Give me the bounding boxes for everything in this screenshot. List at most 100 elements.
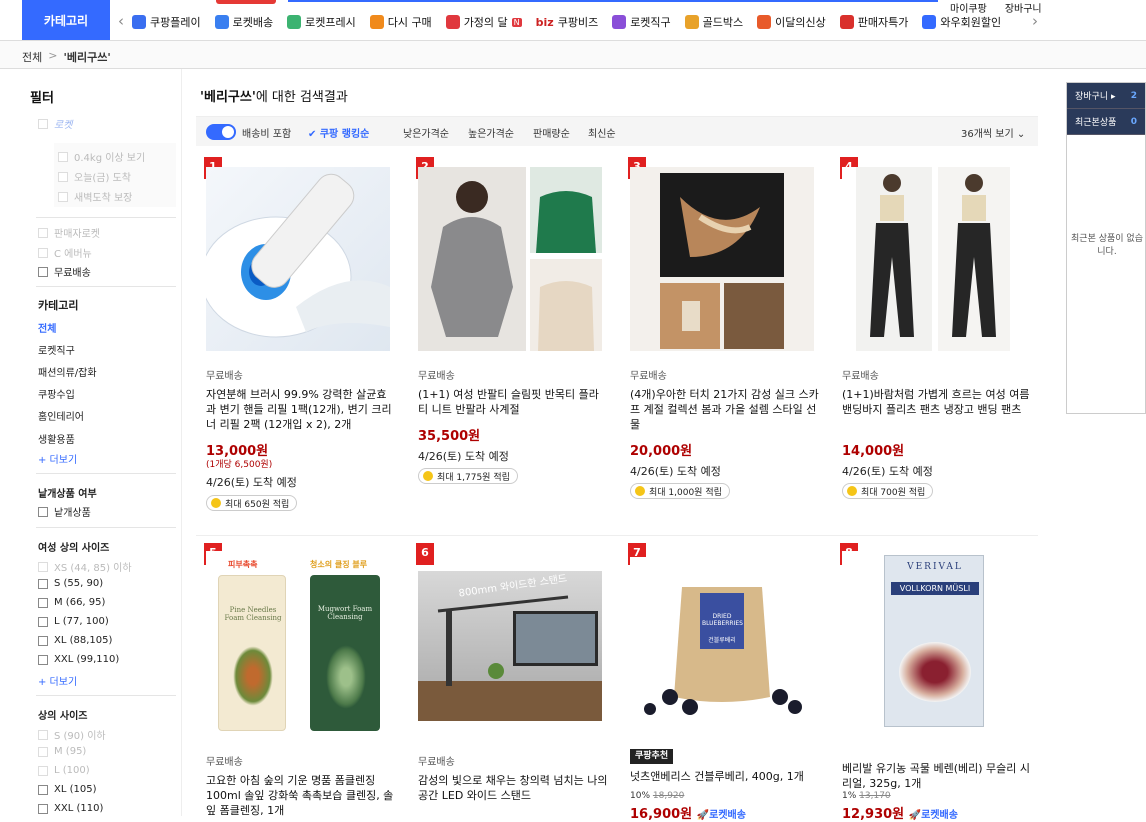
nav-icon [214, 15, 229, 29]
shipping-toggle-label: 배송비 포함 [242, 129, 292, 140]
nav-item[interactable]: 다시 구매 [369, 14, 432, 30]
my-coupang-link[interactable]: 마이쿠팡 [950, 0, 987, 15]
nav-icon [369, 15, 384, 29]
nav-item[interactable]: 가정의 달N [445, 14, 522, 30]
size-m[interactable]: M (66, 95) [38, 597, 105, 608]
top-size-l[interactable]: L (100) [38, 765, 90, 776]
nav-item[interactable]: 골드박스 [684, 14, 743, 30]
filter-option-weight[interactable]: 0.4kg 이상 보기 [58, 149, 145, 164]
nav-item[interactable]: 판매자특가 [839, 14, 908, 30]
recommend-badge: 쿠팡추천 [630, 749, 674, 764]
shipping-label: 무료배송 [418, 757, 455, 768]
size-xs[interactable]: XS (44, 85) 이하 [38, 559, 132, 574]
nav-item[interactable]: 로켓프레시 [287, 14, 356, 30]
row-divider [196, 535, 1038, 536]
breadcrumb-root[interactable]: 전체 [22, 49, 42, 65]
category-fashion[interactable]: 패션의류/잡화 [38, 364, 97, 379]
category-import[interactable]: 쿠팡수입 [38, 386, 75, 401]
category-all[interactable]: 전체 [38, 320, 56, 335]
women-size-more-link[interactable]: + 더보기 [38, 673, 77, 688]
recent-empty-message: 최근본 상품이 없습니다. [1071, 234, 1143, 257]
nav-icon [287, 15, 302, 29]
product-name[interactable]: 자연분해 브러시 99.9% 강력한 살균효과 변기 핸들 리필 1팩(12개)… [206, 387, 396, 432]
nav-item[interactable]: biz 쿠팡비즈 [536, 14, 599, 30]
right-quick-bar: 장바구니 ▸ 2 최근본상품 0 최근본 상품이 없습니다. [1066, 82, 1146, 414]
product-image[interactable] [630, 167, 814, 351]
category-more-link[interactable]: + 더보기 [38, 451, 77, 466]
product-image[interactable] [206, 167, 390, 351]
nav-prev-icon[interactable]: ‹ [118, 12, 124, 30]
divider [36, 695, 176, 696]
sort-high-price[interactable]: 높은가격순 [468, 125, 514, 140]
size-xl[interactable]: XL (88,105) [38, 635, 112, 646]
coin-icon [847, 486, 857, 496]
view-count-select[interactable]: 36개씩 보기 ⌄ [961, 125, 1025, 140]
product-image[interactable]: VERIVAL VOLLKORN MÜSLI [842, 551, 1026, 735]
product-image[interactable] [842, 167, 1026, 351]
filter-rocket[interactable]: 로켓 [38, 116, 72, 131]
search-bar-edge[interactable] [288, 0, 938, 2]
product-name[interactable]: 고요한 아침 숲의 기운 명품 폼클렌징 100ml 솔잎 강화쑥 촉촉보습 클… [206, 773, 396, 818]
nav-item[interactable]: 와우회원할인 [922, 14, 1001, 30]
cart-quick-tab[interactable]: 장바구니 ▸ 2 [1067, 83, 1145, 109]
filter-option-dawn[interactable]: 새벽도착 보장 [58, 189, 132, 204]
product-name[interactable]: 넛츠앤베리스 건블루베리, 400g, 1개 [630, 769, 820, 784]
size-s[interactable]: S (55, 90) [38, 578, 103, 589]
category-title: 카테고리 [38, 299, 79, 312]
box-brand: VERIVAL [907, 562, 963, 572]
coin-icon [423, 471, 433, 481]
filter-c-avenue[interactable]: C 에버뉴 [38, 245, 92, 260]
discount-info: 1% 13,170 [842, 791, 891, 801]
product-price: 20,000원 [630, 444, 693, 459]
filter-seller-rocket[interactable]: 판매자로켓 [38, 225, 100, 240]
top-size-m[interactable]: M (95) [38, 746, 86, 757]
product-name[interactable]: (1+1)바람처럼 가볍게 흐르는 여성 여름밴딩바지 플리츠 팬츠 냉장고 밴… [842, 387, 1032, 417]
size-l[interactable]: L (77, 100) [38, 616, 109, 627]
unit-price: (1개당 6,500원) [206, 460, 273, 470]
category-rocket-direct[interactable]: 로켓직구 [38, 342, 75, 357]
product-image[interactable]: 피부촉촉 청소의 클징 블루 Pine Needles Foam Cleansi… [206, 551, 390, 735]
product-name[interactable]: 감성의 빛으로 채우는 창의력 넘치는 나의 공간 LED 와이드 스탠드 [418, 773, 608, 803]
nav-label: 다시 구매 [387, 16, 432, 29]
top-size-xxl[interactable]: XXL (110) [38, 803, 103, 814]
category-living[interactable]: 생활용품 [38, 431, 75, 446]
sort-sales[interactable]: 판매량순 [533, 125, 570, 140]
recent-items-tab[interactable]: 최근본상품 0 [1067, 109, 1145, 135]
nav-icon [922, 15, 937, 29]
bag-label-kr: 건블루베리 [708, 637, 736, 644]
sort-low-price[interactable]: 낮은가격순 [403, 125, 449, 140]
sort-ranking[interactable]: ✔ 쿠팡 랭킹순 [308, 125, 369, 140]
top-size-s[interactable]: S (90) 이하 [38, 727, 106, 742]
reward-points: 최대 650원 적립 [206, 495, 298, 511]
top-size-xl[interactable]: XL (105) [38, 784, 97, 795]
nav-icon [839, 15, 854, 29]
logo[interactable] [216, 0, 276, 4]
nav-item[interactable]: 이달의신상 [757, 14, 826, 30]
product-image[interactable]: DRIED BLUEBERRIES 건블루베리 [630, 557, 814, 741]
filter-single-item[interactable]: 낱개상품 [38, 504, 91, 519]
nav-item[interactable]: 쿠팡플레이 [132, 14, 201, 30]
filter-free-shipping[interactable]: 무료배송 [38, 264, 91, 279]
filter-sidebar: 필터 로켓 0.4kg 이상 보기 오늘(금) 도착 새벽도착 보장 판매자로켓… [22, 69, 182, 816]
product-price: 14,000원 [842, 444, 905, 459]
coin-icon [635, 486, 645, 496]
product-name[interactable]: (4개)우아한 터치 21가지 감성 실크 스카프 계절 컬렉션 봄과 가을 설… [630, 387, 820, 432]
category-interior[interactable]: 홈인테리어 [38, 408, 84, 423]
sort-newest[interactable]: 최신순 [588, 125, 616, 140]
product-image[interactable]: 800mm 와이드한 스탠드 [418, 571, 602, 721]
filter-option-today[interactable]: 오늘(금) 도착 [58, 169, 131, 184]
product-name[interactable]: 베리발 유기농 곡물 베렌(베리) 무슬리 시리얼, 325g, 1개 [842, 761, 1032, 791]
nav-item[interactable]: 로켓직구 [612, 14, 671, 30]
product-image[interactable] [418, 167, 602, 351]
divider [36, 286, 176, 287]
divider [36, 527, 176, 528]
reward-points: 최대 700원 적립 [842, 483, 934, 499]
top-header: 카테고리 ‹ 쿠팡플레이 로켓배송 로켓프레시 다시 구매 가정의 달 N biz 쿠팡비즈 로… [0, 0, 1146, 40]
product-name[interactable]: (1+1) 여성 반팔티 슬림핏 반목티 플라티 니트 반팔라 사계절 [418, 387, 608, 417]
size-xxl[interactable]: XXL (99,110) [38, 654, 119, 665]
cart-link[interactable]: 장바구니 [1005, 0, 1042, 15]
shipping-toggle[interactable] [206, 124, 236, 140]
nav-item[interactable]: 로켓배송 [214, 14, 273, 30]
category-menu-button[interactable]: 카테고리 [22, 0, 110, 40]
image-caption: 청소의 클징 블루 [310, 560, 368, 569]
